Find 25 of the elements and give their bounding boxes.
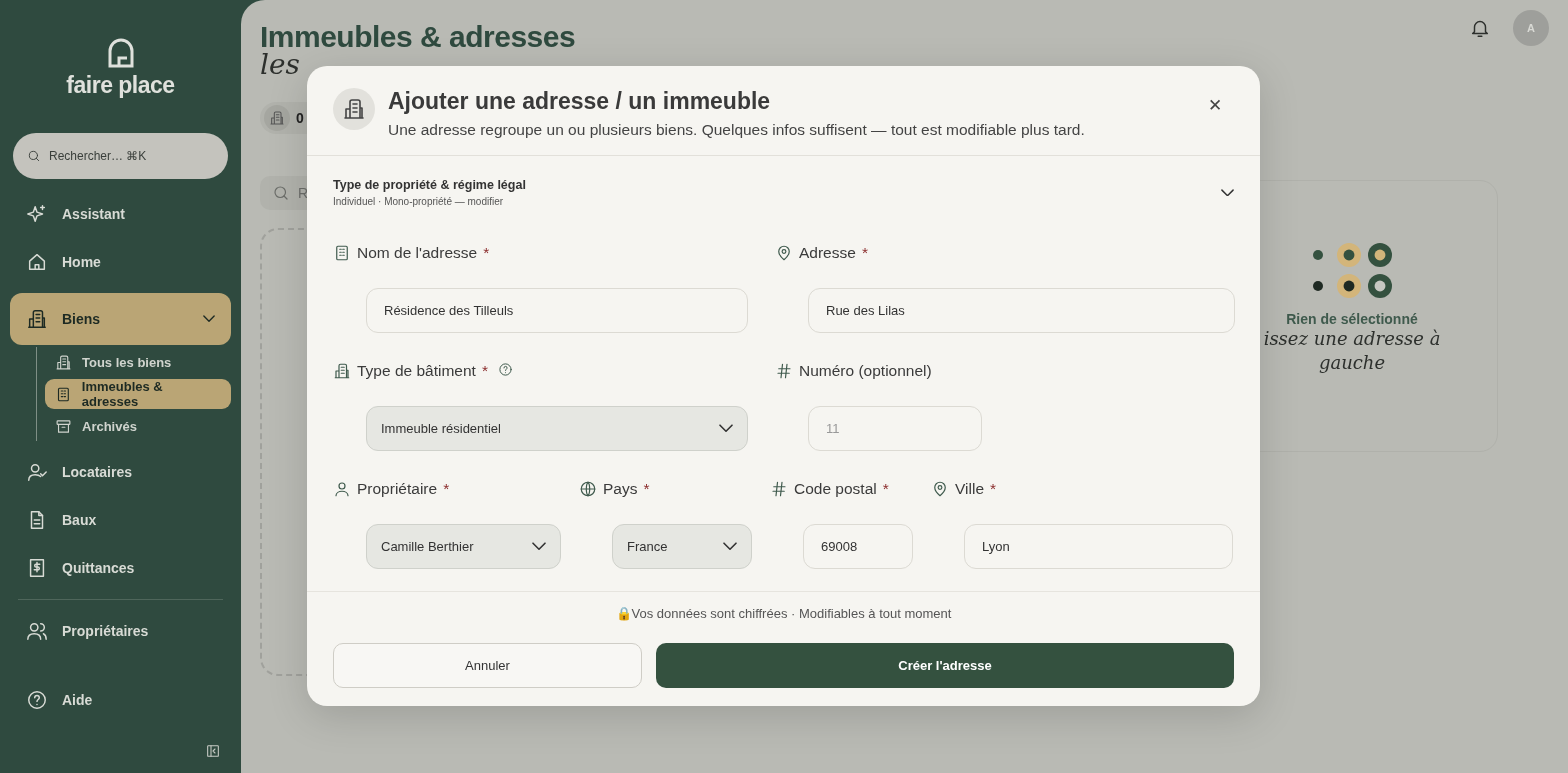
logo: faire place [10,38,231,99]
dialog-subtitle: Une adresse regroupe un ou plusieurs biens. Quelques infos suffisent — tout est modifiable plus tard. [388,121,1085,139]
section-summary: Individuel · Mono-propriété — modifier [333,196,505,207]
empty-title: Rien de sélectionné [1286,311,1418,327]
field-label: Code postal [794,480,877,498]
page-title: Immeubles & adresses [260,20,576,53]
required-mark: * [861,244,868,262]
field-label: Numéro (optionnel) [799,362,932,380]
field-label: Pays [603,480,638,498]
required-mark: * [643,480,650,498]
field-label: Ville [955,480,984,498]
empty-hint: issez une adresse à gauche [1262,327,1442,375]
security-note: 🔒Vos données sont chiffrées · Modifiables à tout moment [615,606,952,621]
field-label: Propriétaire [357,480,438,498]
required-mark: * [481,362,488,380]
required-mark: * [483,244,490,262]
page-subtitle: les [260,50,301,80]
section-title: Type de propriété & régime légal [333,178,526,192]
required-mark: * [443,480,450,498]
dialog-title: Ajouter une adresse / un immeuble [388,88,772,115]
required-mark: * [882,480,889,498]
field-label: Adresse [799,244,856,262]
field-label: Nom de l'adresse [357,244,478,262]
required-mark: * [990,480,997,498]
field-label: Type de bâtiment [357,362,476,380]
